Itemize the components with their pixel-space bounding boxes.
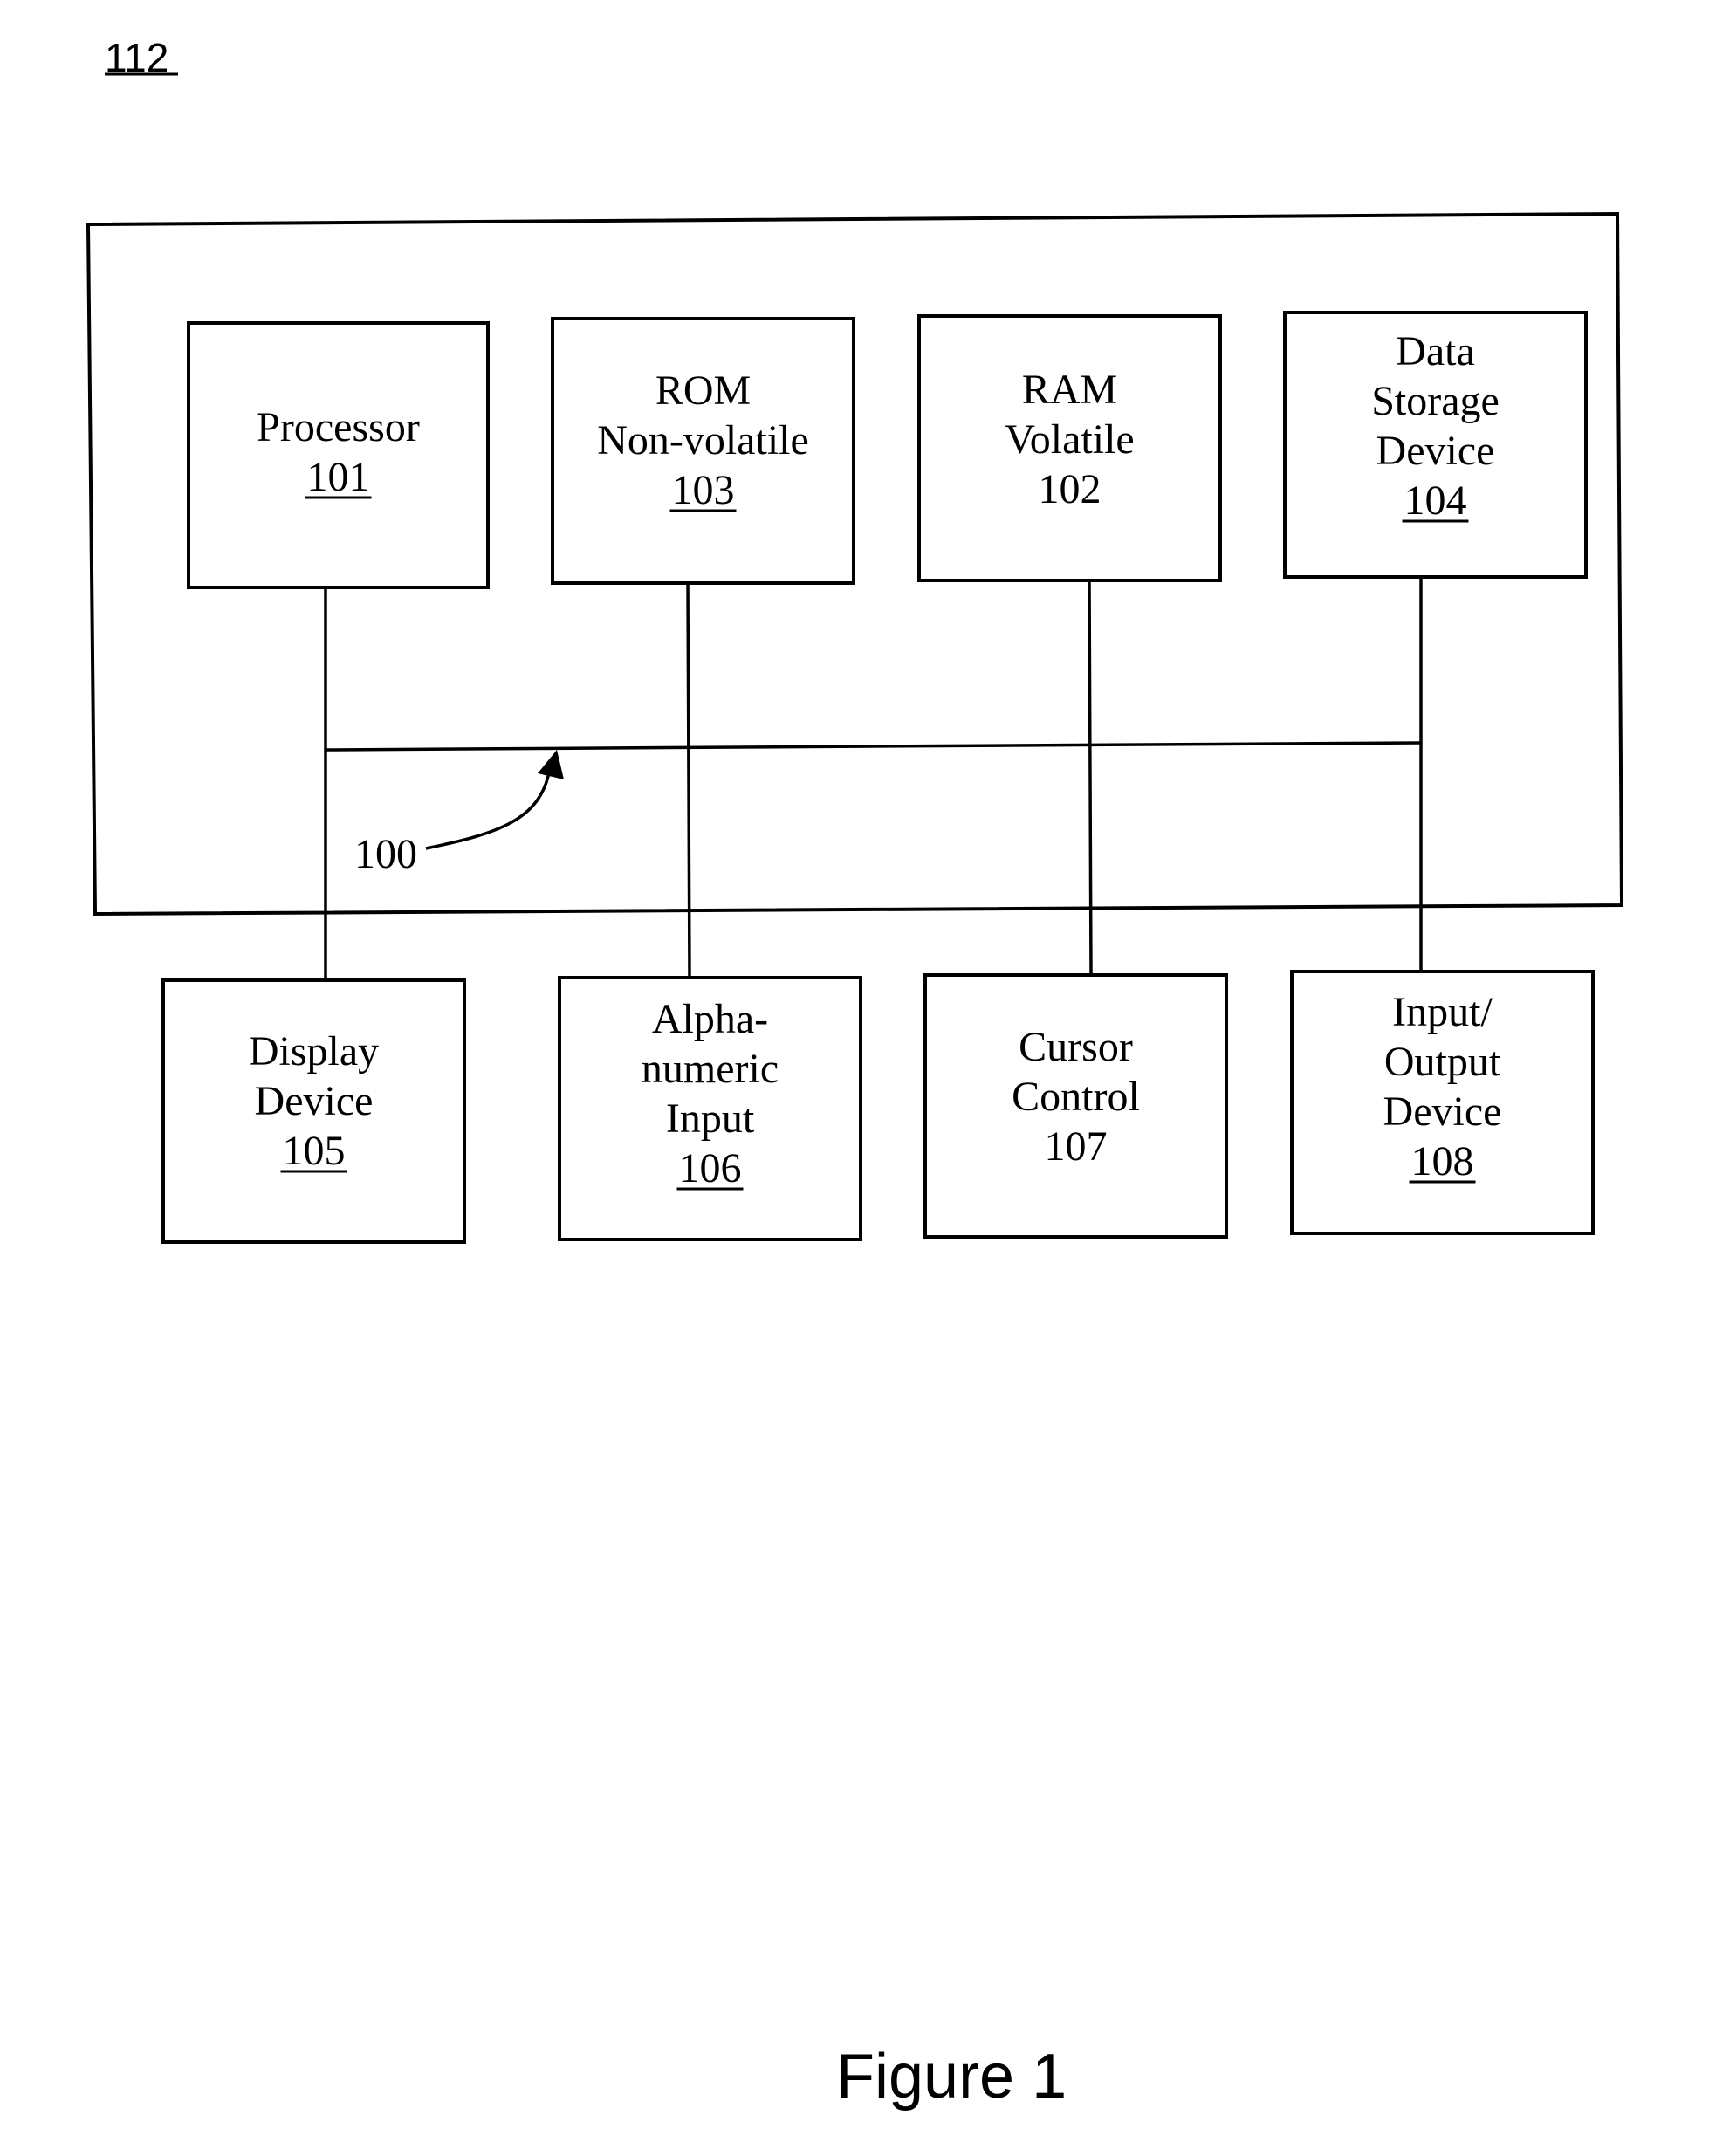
ram-ref-number: 102: [1039, 466, 1102, 512]
data-storage-ref-number: 104: [1404, 477, 1467, 524]
block-diagram: 112 100 Processor101ROMNon-volatile103RA…: [86, 35, 1624, 2111]
connector-ram-cursor-control: [1088, 580, 1093, 976]
system-bus: [325, 741, 1422, 752]
rom-label-line: ROM: [655, 367, 751, 414]
figure-caption: Figure 1: [836, 2042, 1067, 2111]
io-device-label-line: Input/: [1392, 989, 1493, 1035]
alphanumeric-input-label-line: Input: [666, 1095, 755, 1142]
cursor-control-label-line: Control: [1012, 1074, 1140, 1120]
bus-ref-arrowhead: [538, 750, 564, 779]
component-data-storage: DataStorageDevice104: [1283, 311, 1588, 579]
component-io-device: Input/OutputDevice108: [1290, 970, 1595, 1235]
connector-rom-alphanumeric-input: [686, 582, 691, 978]
data-storage-label-line: Device: [1376, 428, 1495, 474]
component-processor: Processor101: [187, 321, 490, 589]
io-device-ref-number: 108: [1411, 1138, 1474, 1184]
component-alphanumeric-input: Alpha-numericInput106: [558, 976, 862, 1241]
bus-ref-label: 100: [354, 831, 417, 877]
component-ram: RAMVolatile102: [917, 314, 1222, 582]
rom-ref-number: 103: [672, 467, 735, 513]
display-device-ref-number: 105: [283, 1128, 346, 1174]
data-storage-label-line: Storage: [1371, 378, 1500, 424]
processor-label-line: Processor: [257, 404, 420, 450]
connectors: [324, 577, 1423, 980]
alphanumeric-input-label-line: Alpha-: [652, 996, 768, 1042]
ram-label-line: RAM: [1022, 367, 1117, 413]
display-device-label-line: Display: [249, 1028, 379, 1075]
display-device-label-line: Device: [255, 1078, 374, 1124]
components: Processor101ROMNon-volatile103RAMVolatil…: [161, 311, 1595, 1244]
processor-ref-number: 101: [307, 454, 370, 500]
io-device-label-line: Device: [1383, 1088, 1502, 1135]
component-rom: ROMNon-volatile103: [551, 317, 855, 585]
alphanumeric-input-ref-number: 106: [679, 1145, 742, 1191]
component-display-device: DisplayDevice105: [161, 978, 466, 1244]
rom-label-line: Non-volatile: [597, 417, 809, 463]
alphanumeric-input-label-line: numeric: [642, 1046, 779, 1092]
cursor-control-label-line: Cursor: [1019, 1024, 1133, 1070]
io-device-label-line: Output: [1384, 1039, 1501, 1085]
component-cursor-control: CursorControl107: [923, 973, 1228, 1239]
bus-ref-arrow: [425, 767, 552, 850]
data-storage-label-line: Data: [1396, 328, 1475, 374]
cursor-control-ref-number: 107: [1045, 1123, 1108, 1170]
ram-label-line: Volatile: [1005, 416, 1134, 463]
